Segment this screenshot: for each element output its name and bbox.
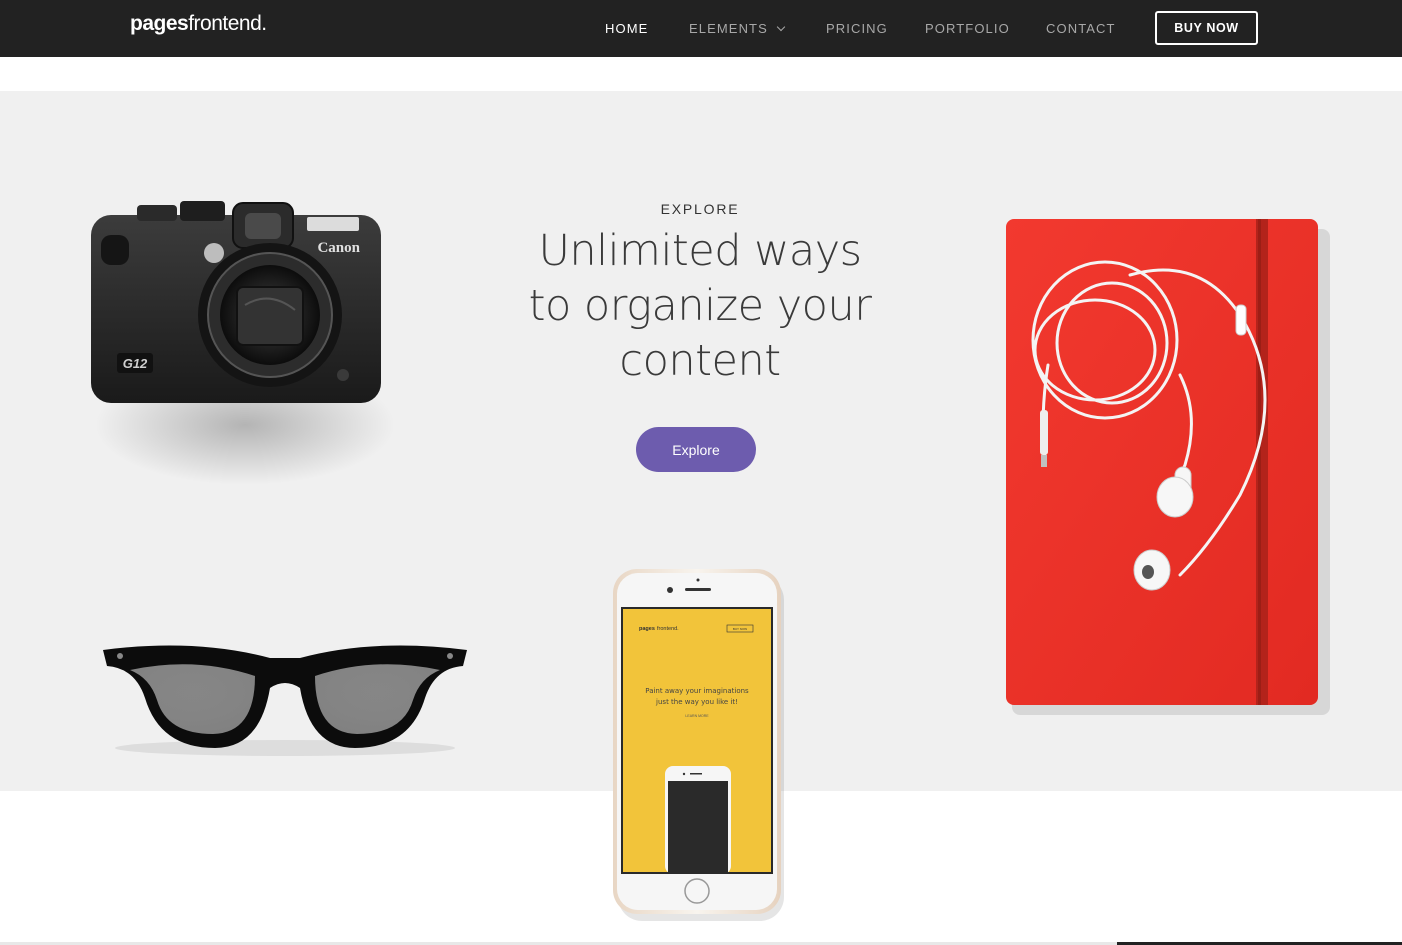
hero-headline-line-2: to organize your [528,281,872,331]
nav-item-contact[interactable]: CONTACT [1046,21,1116,36]
logo-light-text: frontend. [188,12,267,35]
hero-headline-line-3: content [619,336,781,386]
navbar: pagesfrontend. HOME ELEMENTS PRICING POR… [0,0,1402,57]
hero-eyebrow: EXPLORE [660,201,740,217]
explore-button[interactable]: Explore [636,427,756,472]
logo-bold-text: pages [130,12,189,35]
phone-sub: LEARN MORE [685,714,709,718]
hero-headline-line-1: Unlimited ways [538,226,862,276]
camera-image: Canon G12 [85,195,405,495]
notebook-image [1000,215,1330,715]
buy-now-button[interactable]: BUY NOW [1155,11,1258,45]
phone-logo-bold: pages [639,626,655,632]
nav-item-home[interactable]: HOME [605,21,648,36]
phone-tagline-2: just the way you like it! [655,698,738,706]
hero-headline: Unlimited ways to organize your content [500,224,900,389]
phone-tagline-1: Paint away your imaginations [645,687,749,695]
camera-model-text: G12 [123,356,148,371]
nav-item-elements-label: ELEMENTS [689,21,768,36]
glasses-image [95,638,475,758]
camera-brand-text: Canon [317,240,360,256]
nav-item-elements[interactable]: ELEMENTS [689,21,786,36]
phone-cta: BUY NOW [733,627,747,631]
phone-image: pages frontend. BUY NOW Paint away your … [610,568,785,923]
phone-logo-light: frontend. [657,626,679,632]
brand-logo[interactable]: pagesfrontend. [130,12,267,36]
chevron-down-icon [776,22,786,32]
nav-item-portfolio[interactable]: PORTFOLIO [925,21,1010,36]
nav-item-pricing[interactable]: PRICING [826,21,888,36]
